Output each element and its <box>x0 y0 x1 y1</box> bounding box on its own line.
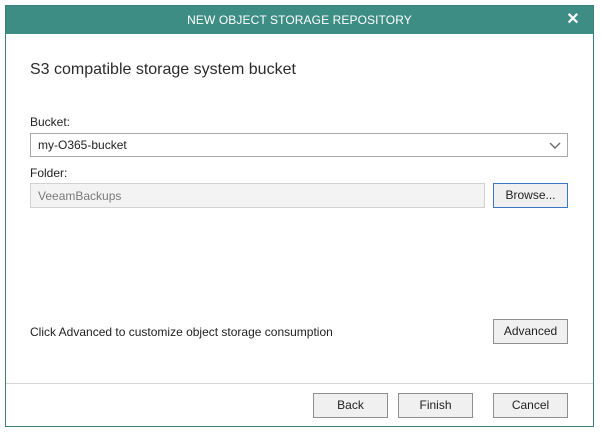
advanced-button[interactable]: Advanced <box>493 319 568 344</box>
window-title: NEW OBJECT STORAGE REPOSITORY <box>187 13 412 27</box>
back-button[interactable]: Back <box>313 393 388 418</box>
folder-field-container <box>30 183 485 208</box>
finish-button[interactable]: Finish <box>398 393 473 418</box>
cancel-button[interactable]: Cancel <box>493 393 568 418</box>
bucket-dropdown[interactable]: my-O365-bucket <box>30 133 568 157</box>
title-bar: NEW OBJECT STORAGE REPOSITORY ✕ <box>6 6 593 34</box>
dialog-window: NEW OBJECT STORAGE REPOSITORY ✕ S3 compa… <box>5 5 594 427</box>
folder-field[interactable] <box>31 184 484 207</box>
bucket-dropdown-value: my-O365-bucket <box>38 138 127 152</box>
chevron-down-icon <box>549 142 561 149</box>
page-title: S3 compatible storage system bucket <box>30 61 296 78</box>
browse-button[interactable]: Browse... <box>493 183 568 208</box>
footer-divider <box>6 383 593 384</box>
folder-label: Folder: <box>30 166 68 180</box>
bucket-label: Bucket: <box>30 115 71 129</box>
close-icon[interactable]: ✕ <box>563 10 583 30</box>
advanced-hint: Click Advanced to customize object stora… <box>30 325 333 339</box>
